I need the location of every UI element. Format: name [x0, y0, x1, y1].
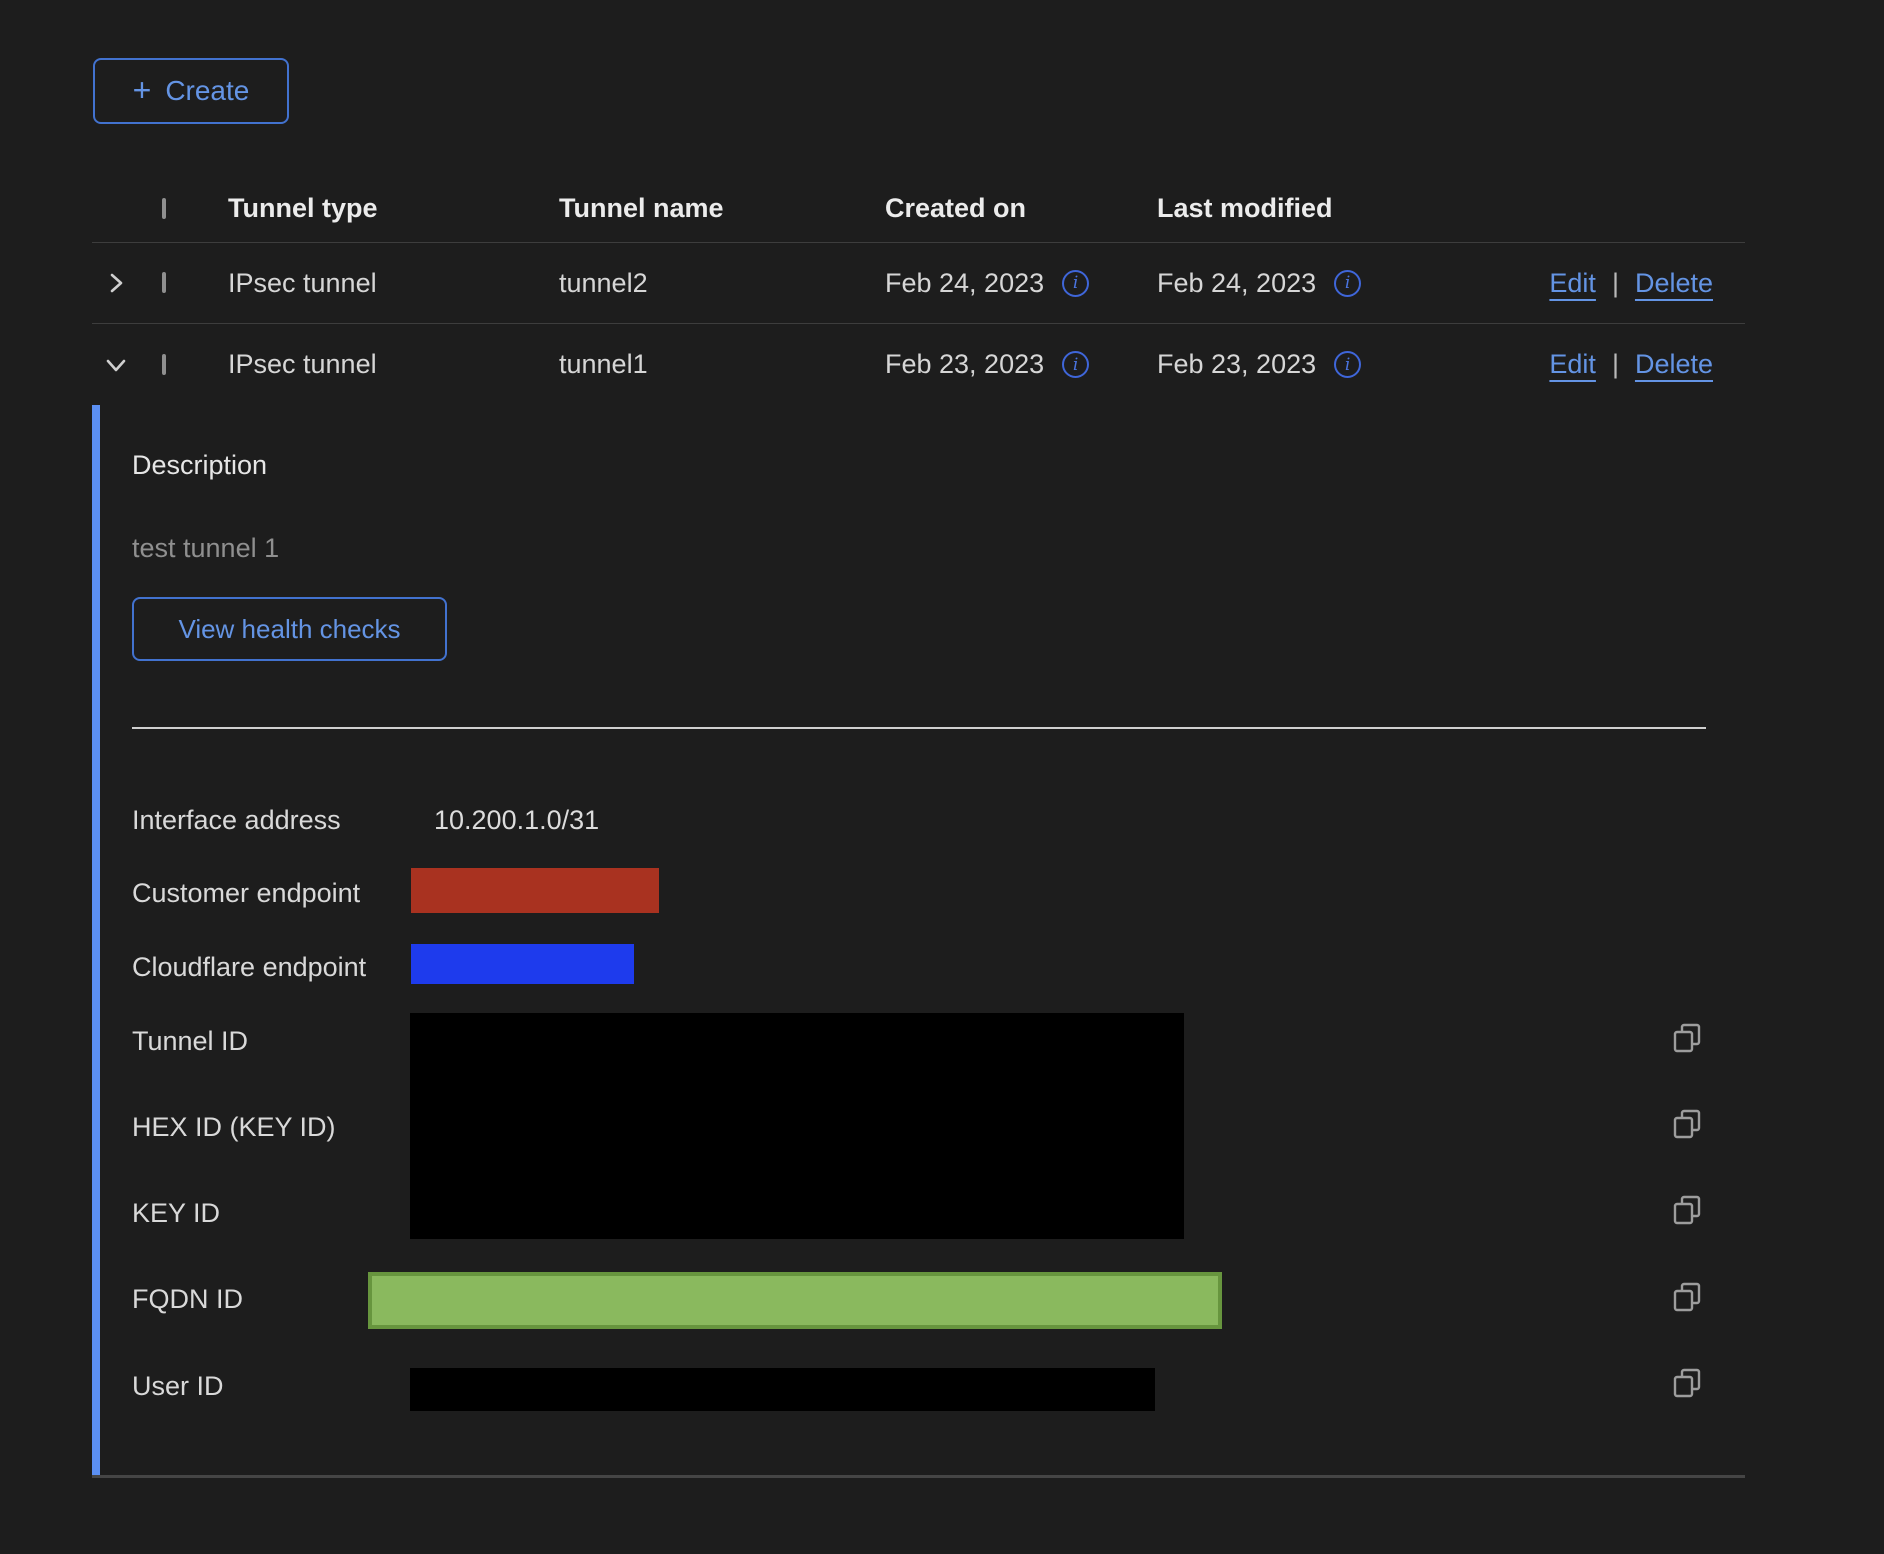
key-id-label: KEY ID	[132, 1198, 220, 1229]
info-icon[interactable]: i	[1334, 351, 1361, 378]
copy-fqdn-id-button[interactable]	[1670, 1280, 1704, 1314]
interface-address-label: Interface address	[132, 805, 341, 836]
tunnel-detail-panel: Description test tunnel 1 View health ch…	[92, 405, 1745, 1478]
delete-link[interactable]: Delete	[1635, 349, 1713, 380]
cell-last-modified: Feb 23, 2023	[1157, 349, 1316, 380]
header-tunnel-type: Tunnel type	[228, 193, 559, 224]
row-checkbox[interactable]	[162, 272, 166, 293]
section-divider	[132, 727, 1706, 729]
info-icon[interactable]: i	[1062, 270, 1089, 297]
edit-link[interactable]: Edit	[1549, 349, 1596, 380]
customer-endpoint-label: Customer endpoint	[132, 878, 360, 909]
select-all-checkbox[interactable]	[162, 198, 166, 219]
cell-created-on: Feb 24, 2023	[885, 268, 1044, 299]
create-button[interactable]: + Create	[93, 58, 289, 124]
fqdn-id-label: FQDN ID	[132, 1284, 243, 1315]
cell-tunnel-type: IPsec tunnel	[228, 349, 559, 380]
copy-icon	[1670, 1280, 1704, 1314]
cloudflare-endpoint-label: Cloudflare endpoint	[132, 952, 366, 983]
view-health-checks-button[interactable]: View health checks	[132, 597, 447, 661]
chevron-down-icon	[102, 351, 130, 379]
copy-tunnel-id-button[interactable]	[1670, 1021, 1704, 1055]
description-value: test tunnel 1	[132, 533, 279, 564]
cell-tunnel-type: IPsec tunnel	[228, 268, 559, 299]
header-last-modified: Last modified	[1157, 193, 1430, 224]
edit-link[interactable]: Edit	[1549, 268, 1596, 299]
hex-id-label: HEX ID (KEY ID)	[132, 1112, 336, 1143]
link-separator: |	[1612, 349, 1619, 380]
tunnels-table: Tunnel type Tunnel name Created on Last …	[92, 175, 1745, 405]
cell-created-on: Feb 23, 2023	[885, 349, 1044, 380]
header-created-on: Created on	[885, 193, 1157, 224]
cell-last-modified: Feb 24, 2023	[1157, 268, 1316, 299]
info-icon[interactable]: i	[1334, 270, 1361, 297]
table-header-row: Tunnel type Tunnel name Created on Last …	[92, 175, 1745, 243]
delete-link[interactable]: Delete	[1635, 268, 1713, 299]
user-id-redaction	[410, 1368, 1155, 1411]
fqdn-id-redaction	[368, 1272, 1222, 1329]
copy-user-id-button[interactable]	[1670, 1366, 1704, 1400]
row-checkbox[interactable]	[162, 354, 166, 375]
create-button-label: Create	[165, 75, 249, 107]
chevron-right-icon	[102, 269, 130, 297]
copy-icon	[1670, 1021, 1704, 1055]
table-row: IPsec tunnel tunnel1 Feb 23, 2023 i Feb …	[92, 324, 1745, 405]
ids-redaction-block	[410, 1013, 1184, 1239]
expanded-row-indicator-bar	[92, 405, 100, 1475]
link-separator: |	[1612, 268, 1619, 299]
tunnels-page: + Create Tunnel type Tunnel name Created…	[0, 0, 1884, 1554]
copy-icon	[1670, 1366, 1704, 1400]
table-row: IPsec tunnel tunnel2 Feb 24, 2023 i Feb …	[92, 243, 1745, 324]
copy-icon	[1670, 1107, 1704, 1141]
copy-key-id-button[interactable]	[1670, 1193, 1704, 1227]
tunnel-id-label: Tunnel ID	[132, 1026, 248, 1057]
customer-endpoint-redaction	[411, 868, 659, 913]
cell-tunnel-name: tunnel1	[559, 349, 885, 380]
interface-address-value: 10.200.1.0/31	[434, 805, 599, 836]
header-tunnel-name: Tunnel name	[559, 193, 885, 224]
cloudflare-endpoint-redaction	[411, 944, 634, 984]
description-label: Description	[132, 450, 267, 481]
expand-toggle[interactable]	[92, 269, 162, 297]
cell-tunnel-name: tunnel2	[559, 268, 885, 299]
plus-icon: +	[133, 74, 152, 106]
copy-hex-id-button[interactable]	[1670, 1107, 1704, 1141]
user-id-label: User ID	[132, 1371, 224, 1402]
copy-icon	[1670, 1193, 1704, 1227]
collapse-toggle[interactable]	[92, 351, 162, 379]
info-icon[interactable]: i	[1062, 351, 1089, 378]
